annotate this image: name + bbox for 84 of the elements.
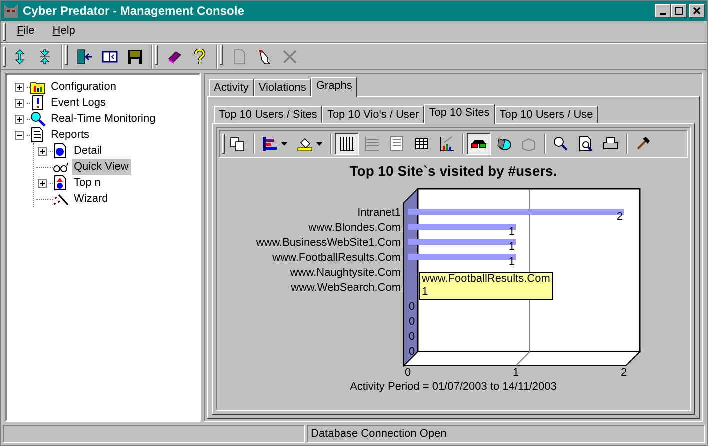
axis-tick-label: 0: [404, 367, 412, 376]
print-preview-icon: [578, 136, 594, 152]
tree-item[interactable]: Reports: [49, 127, 92, 143]
maximize-button[interactable]: [671, 4, 687, 18]
printer-icon: [603, 136, 619, 152]
expander-box[interactable]: [14, 114, 24, 124]
caret-icon: [281, 142, 288, 146]
data-label: 0: [409, 316, 416, 328]
chart-title: Top 10 Site`s visited by #users.: [350, 163, 558, 180]
chart-caption: Activity Period = 01/07/2003 to 14/11/2003: [350, 381, 557, 394]
table-grid-icon: [414, 136, 430, 152]
tree-item[interactable]: Configuration: [49, 79, 118, 95]
data-label: 1: [508, 226, 515, 238]
status-message: Database Connection Open: [307, 425, 705, 443]
question-mark-icon: [192, 48, 208, 64]
document-shapes-icon: [53, 175, 69, 191]
expander-box[interactable]: [38, 178, 46, 188]
tab[interactable]: Top 10 Vio's / User: [322, 106, 424, 123]
caret-icon: [316, 142, 323, 146]
expander-box[interactable]: [14, 82, 24, 92]
tab[interactable]: Activity: [209, 79, 254, 96]
tree-item[interactable]: Detail: [72, 143, 104, 159]
tab[interactable]: Violations: [254, 79, 312, 96]
plus-icon: [16, 116, 22, 122]
legend-icon: [389, 136, 405, 152]
trend-chart-icon: [439, 136, 455, 152]
delete-icon: [282, 48, 298, 64]
horizontal-gridlines-icon: [364, 136, 380, 152]
window-title: Cyber Predator - Management Console: [23, 3, 246, 20]
data-label: 0: [409, 301, 416, 313]
tab[interactable]: Top 10 Users / Sites: [214, 106, 322, 123]
tree-item[interactable]: Wizard: [72, 191, 110, 207]
tree-item[interactable]: Real-Time Monitoring: [49, 111, 158, 127]
cluster-icon: [521, 136, 537, 152]
minimize-button[interactable]: [655, 4, 671, 18]
search-icon: [553, 136, 569, 152]
menu-item[interactable]: File: [10, 23, 42, 40]
hand-pointer-icon: [256, 48, 272, 64]
tree-item[interactable]: Event Logs: [49, 95, 108, 111]
document-exclamation-icon: [30, 95, 46, 111]
plus-icon: [38, 180, 46, 186]
3d-view-button[interactable]: [467, 133, 491, 155]
data-label: 1: [508, 241, 515, 253]
category-label: www.WebSearch.Com: [291, 282, 401, 294]
plus-icon: [16, 100, 22, 106]
axis-tick-label: 1: [512, 367, 520, 376]
plus-icon: [38, 148, 46, 154]
maximize-icon: [675, 7, 683, 15]
category-label: www.Blondes.Com: [308, 222, 401, 234]
data-label: 0: [409, 346, 416, 358]
data-label: 0: [409, 331, 416, 343]
blank-page-icon: [232, 48, 248, 64]
paint-bucket-icon: [297, 136, 313, 152]
category-label: www.BusinessWebSite1.Com: [256, 237, 401, 249]
tab[interactable]: Top 10 Sites: [424, 104, 495, 124]
rotate-shapes-icon: [496, 136, 512, 152]
tooltip: www.FootballResults.Com 1: [419, 272, 554, 300]
axis-tick-label: 2: [620, 367, 628, 376]
vertical-gridlines-icon: [339, 136, 355, 152]
category-label: www.FootballResults.Com: [272, 252, 401, 264]
close-icon: [693, 7, 701, 15]
cat-face-icon: [3, 3, 19, 19]
report-document-icon: [30, 127, 46, 143]
data-label: 2: [616, 211, 623, 223]
bar-chart-icon: [262, 136, 278, 152]
menu-item[interactable]: Help: [46, 23, 82, 40]
category-label: Intranet1: [358, 207, 401, 219]
plus-icon: [16, 84, 22, 90]
magnifier-icon: [30, 111, 46, 127]
vertical-grid-button[interactable]: [335, 133, 359, 155]
hammer-icon: [635, 136, 651, 152]
close-button[interactable]: [689, 4, 705, 18]
data-label: 1: [508, 256, 515, 268]
copy-icon: [230, 136, 246, 152]
expander-box[interactable]: [38, 146, 46, 156]
tree-item[interactable]: Quick View: [72, 159, 131, 175]
tab[interactable]: Top 10 Users / Use: [494, 106, 598, 123]
panel-icon: [102, 48, 118, 64]
category-label: www.Naughtysite.Com: [290, 267, 401, 279]
door-arrow-icon: [76, 48, 92, 64]
expander-box[interactable]: [14, 130, 24, 140]
expander-box[interactable]: [14, 98, 24, 108]
tab[interactable]: Graphs: [311, 77, 358, 97]
tree-item[interactable]: Top n: [72, 175, 103, 191]
